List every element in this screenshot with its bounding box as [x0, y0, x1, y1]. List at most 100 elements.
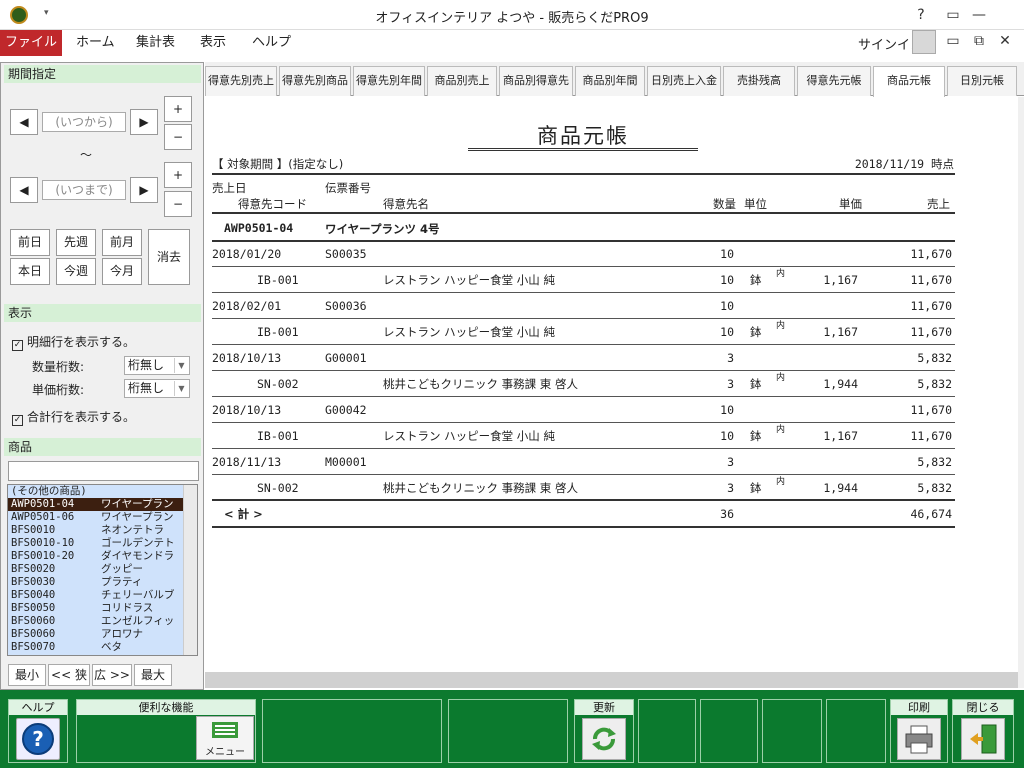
from-next-button[interactable]: ▶	[130, 109, 158, 135]
menu-home[interactable]: ホーム	[62, 30, 129, 56]
row-divider	[212, 292, 955, 293]
divider	[212, 526, 955, 528]
this-week-button[interactable]: 今週	[56, 258, 96, 285]
detail-sales: 11,670	[910, 325, 952, 339]
clear-button[interactable]: 消去	[148, 229, 190, 285]
minimize-icon[interactable]: —	[966, 4, 992, 26]
product-list-item[interactable]: BFS0050 コリドラス	[8, 602, 197, 615]
help-icon[interactable]: ?	[908, 4, 934, 26]
close-button[interactable]	[961, 718, 1005, 760]
product-list-item[interactable]: BFS0040 チェリーバルブ	[8, 589, 197, 602]
zoom-wide-button[interactable]: 広 >>	[92, 664, 132, 686]
price-digits-value: 桁無し	[128, 381, 165, 395]
customer-name: 桃井こどもクリニック 事務課 東 啓人	[383, 481, 578, 495]
detail-sales: 5,832	[917, 481, 952, 495]
product-name: グッピー	[101, 563, 143, 575]
menu-summary[interactable]: 集計表	[122, 30, 189, 56]
empty-slot	[638, 699, 696, 763]
last-week-button[interactable]: 先週	[56, 229, 96, 256]
from-minus-button[interactable]: −	[164, 124, 192, 150]
prev-day-button[interactable]: 前日	[10, 229, 50, 256]
divider	[212, 499, 955, 501]
zoom-narrow-button[interactable]: << 狭	[48, 664, 90, 686]
ribbon-minimize-icon[interactable]: ▭	[940, 30, 966, 52]
product-name: ゴールデンテト	[101, 537, 175, 549]
tab-customer-product[interactable]: 得意先別商品	[279, 66, 351, 96]
row-qty: 3	[727, 351, 734, 365]
divider	[212, 240, 955, 242]
tab-customer-sales[interactable]: 得意先別売上	[205, 66, 277, 96]
total-label: < 計 >	[224, 507, 263, 521]
from-plus-button[interactable]: +	[164, 96, 192, 122]
header-sales: 売上	[927, 197, 950, 211]
to-date-field[interactable]: (いつまで)	[42, 180, 126, 200]
tab-product-ledger[interactable]: 商品元帳	[873, 66, 945, 97]
product-list-item[interactable]: (その他の商品)	[8, 485, 197, 498]
avatar[interactable]	[912, 30, 936, 54]
customer-code: SN-002	[257, 377, 299, 391]
help-button[interactable]: ?	[16, 718, 60, 760]
tab-customer-yearly[interactable]: 得意先別年間	[353, 66, 425, 96]
total-sales: 46,674	[910, 507, 952, 521]
product-list-item[interactable]: AWP0501-04 ワイヤープラン	[8, 498, 197, 511]
show-detail-checkbox[interactable]: ✓ 明細行を表示する。	[12, 334, 135, 351]
menu-button[interactable]: メニュー	[196, 716, 254, 760]
tab-customer-ledger[interactable]: 得意先元帳	[797, 66, 871, 96]
from-date-field[interactable]: (いつから)	[42, 112, 126, 132]
ribbon-display-icon[interactable]: ▭	[940, 4, 966, 26]
slip-number: S00036	[325, 299, 367, 313]
tab-receivables[interactable]: 売掛残高	[723, 66, 795, 96]
product-list[interactable]: (その他の商品) AWP0501-04 ワイヤープラン AWP0501-06 ワイヤープ…	[7, 484, 198, 656]
chevron-down-icon: ▼	[174, 358, 188, 373]
product-list-item[interactable]: BFS0070 ベタ	[8, 641, 197, 654]
tab-daily-ledger[interactable]: 日別元帳	[947, 66, 1017, 96]
row-divider	[212, 448, 955, 449]
list-scrollbar[interactable]	[183, 485, 197, 655]
last-month-button[interactable]: 前月	[102, 229, 142, 256]
product-list-item[interactable]: BFS0060 エンゼルフィッ	[8, 615, 197, 628]
product-code: BFS0050	[11, 602, 56, 614]
refresh-button[interactable]	[582, 718, 626, 760]
menu-file[interactable]: ファイル	[0, 30, 62, 56]
tab-product-customer[interactable]: 商品別得意先	[499, 66, 573, 96]
product-list-item[interactable]: BFS0010-20 ダイヤモンドラ	[8, 550, 197, 563]
to-plus-button[interactable]: +	[164, 162, 192, 188]
to-next-button[interactable]: ▶	[130, 177, 158, 203]
product-search-input[interactable]	[8, 461, 199, 481]
close-group: 閉じる	[952, 699, 1014, 763]
today-button[interactable]: 本日	[10, 258, 50, 285]
product-list-item[interactable]: BFS0010-10 ゴールデンテト	[8, 537, 197, 550]
detail-qty: 3	[727, 377, 734, 391]
product-list-item[interactable]: BFS0020 グッピー	[8, 563, 197, 576]
this-month-button[interactable]: 今月	[102, 258, 142, 285]
menu-view[interactable]: 表示	[186, 30, 240, 56]
printer-icon	[905, 725, 933, 754]
product-list-item[interactable]: BFS0060 アロワナ	[8, 628, 197, 641]
product-list-item[interactable]: BFS0010 ネオンテトラ	[8, 524, 197, 537]
print-button[interactable]	[897, 718, 941, 760]
price-digits-select[interactable]: 桁無し ▼	[124, 379, 190, 398]
close-icon[interactable]: ✕	[992, 30, 1018, 52]
tax-included-mark: 内	[776, 269, 786, 279]
customer-code: IB-001	[257, 273, 299, 287]
to-prev-button[interactable]: ◀	[10, 177, 38, 203]
unit-price: 1,944	[823, 481, 858, 495]
qty-digits-select[interactable]: 桁無し ▼	[124, 356, 190, 375]
product-list-item[interactable]: BFS0030 プラティ	[8, 576, 197, 589]
product-list-item[interactable]: AWP0501-06 ワイヤープラン	[8, 511, 197, 524]
tab-product-sales[interactable]: 商品別売上	[427, 66, 497, 96]
zoom-max-button[interactable]: 最大	[134, 664, 172, 686]
menu-help[interactable]: ヘルプ	[238, 30, 305, 56]
help-label: ヘルプ	[9, 700, 67, 715]
tab-daily-sales-receipt[interactable]: 日別売上入金	[647, 66, 721, 96]
zoom-min-button[interactable]: 最小	[8, 664, 46, 686]
sale-date: 2018/01/20	[212, 247, 282, 261]
product-name: ダイヤモンドラ	[101, 550, 175, 562]
restore-icon[interactable]: ⧉	[966, 30, 992, 52]
show-total-label: 合計行を表示する。	[27, 410, 136, 424]
exit-door-icon	[970, 724, 997, 754]
to-minus-button[interactable]: −	[164, 191, 192, 217]
show-total-checkbox[interactable]: ✓ 合計行を表示する。	[12, 409, 136, 426]
tab-product-yearly[interactable]: 商品別年間	[575, 66, 645, 96]
from-prev-button[interactable]: ◀	[10, 109, 38, 135]
